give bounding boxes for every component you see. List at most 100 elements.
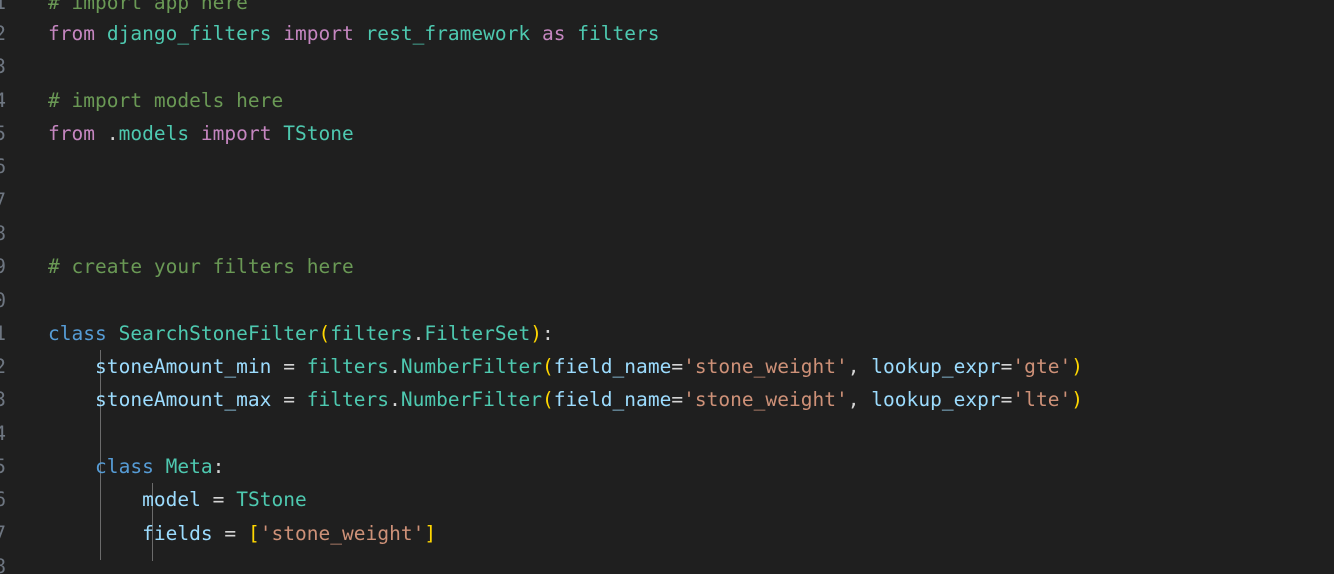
line-number: 3 xyxy=(0,55,6,78)
code-line[interactable]: fields = ['stone_weight'] xyxy=(48,517,436,550)
line-number: 9 xyxy=(0,255,6,278)
token-keyword: from xyxy=(48,22,96,45)
token-comment: # import models here xyxy=(48,89,284,112)
token-type: SearchStoneFilter xyxy=(118,322,319,345)
code-line[interactable]: from .models import TStone xyxy=(48,117,354,150)
token-string: 'stone_weight' xyxy=(259,522,425,545)
code-line[interactable]: # create your filters here xyxy=(48,250,354,283)
token-bracket1: ( xyxy=(541,355,554,378)
token-string: 'lte' xyxy=(1012,388,1072,411)
code-line[interactable]: stoneAmount_max = filters.NumberFilter(f… xyxy=(48,383,1083,416)
code-line[interactable]: from django_filters import rest_framewor… xyxy=(48,17,660,50)
token-var: model xyxy=(142,488,201,511)
token-type: filters xyxy=(330,322,413,345)
code-line[interactable]: # import models here xyxy=(48,84,283,117)
code-line[interactable]: model = TStone xyxy=(48,483,307,516)
token-type: django_filters xyxy=(106,22,272,45)
token-bracket1: ( xyxy=(318,322,331,345)
token-bracket1: ] xyxy=(424,522,437,545)
code-editor[interactable]: 123456789101112131415161718 # import app… xyxy=(0,0,1334,574)
token-control: class xyxy=(48,322,107,345)
code-line[interactable]: stoneAmount_min = filters.NumberFilter(f… xyxy=(48,350,1083,383)
token-control: class xyxy=(95,455,154,478)
token-string: 'gte' xyxy=(1012,355,1072,378)
line-number: 16 xyxy=(0,488,6,511)
token-type: FilterSet xyxy=(424,322,531,345)
line-number: 4 xyxy=(0,89,6,112)
token-type: models xyxy=(118,122,190,145)
token-punct: . xyxy=(106,122,119,145)
token-plain: = xyxy=(1000,355,1013,378)
token-type: filters xyxy=(306,388,390,411)
line-number: 17 xyxy=(0,522,6,545)
token-punct: . xyxy=(412,322,425,345)
token-keyword: as xyxy=(541,22,566,45)
token-var: stoneAmount_min xyxy=(95,355,272,378)
token-punct: . xyxy=(389,388,401,411)
token-type: Meta xyxy=(165,455,213,478)
code-line[interactable]: class Meta: xyxy=(48,450,224,483)
line-number: 18 xyxy=(0,555,6,574)
line-number: 11 xyxy=(0,322,6,345)
token-var: fields xyxy=(142,522,213,545)
line-number: 10 xyxy=(0,289,6,312)
token-type: filters xyxy=(306,355,390,378)
token-punct: : xyxy=(541,322,554,345)
token-bracket1: ) xyxy=(1071,355,1083,378)
token-bracket1: ) xyxy=(1071,388,1083,411)
token-string: 'stone_weight' xyxy=(683,388,848,411)
token-type: rest_framework xyxy=(365,22,531,45)
token-punct: . xyxy=(389,355,401,378)
code-line[interactable]: class SearchStoneFilter(filters.FilterSe… xyxy=(48,317,554,350)
token-type: TStone xyxy=(236,488,307,511)
token-punct: : xyxy=(212,455,225,478)
line-number: 13 xyxy=(0,388,6,411)
line-number-gutter: 123456789101112131415161718 xyxy=(0,0,6,574)
token-plain: = xyxy=(283,388,295,411)
token-bracket1: ( xyxy=(541,388,554,411)
token-punct: , xyxy=(847,355,860,378)
token-keyword: from xyxy=(48,122,96,145)
token-type: NumberFilter xyxy=(400,355,542,378)
line-number: 7 xyxy=(0,189,6,212)
token-keyword: import xyxy=(200,122,272,145)
token-plain: = xyxy=(671,355,684,378)
code-content[interactable]: # import app here from django_filters imp… xyxy=(48,0,1334,574)
line-number: 2 xyxy=(0,22,6,45)
token-plain: = xyxy=(283,355,295,378)
token-string: 'stone_weight' xyxy=(683,355,848,378)
line-number: 8 xyxy=(0,222,6,245)
token-var: field_name xyxy=(553,388,672,411)
token-plain: = xyxy=(212,488,225,511)
token-var: lookup_expr xyxy=(871,388,1001,411)
line-number: 5 xyxy=(0,122,6,145)
token-bracket1: ) xyxy=(530,322,542,345)
token-type: filters xyxy=(577,22,660,45)
token-plain: = xyxy=(224,522,237,545)
token-var: lookup_expr xyxy=(871,355,1001,378)
